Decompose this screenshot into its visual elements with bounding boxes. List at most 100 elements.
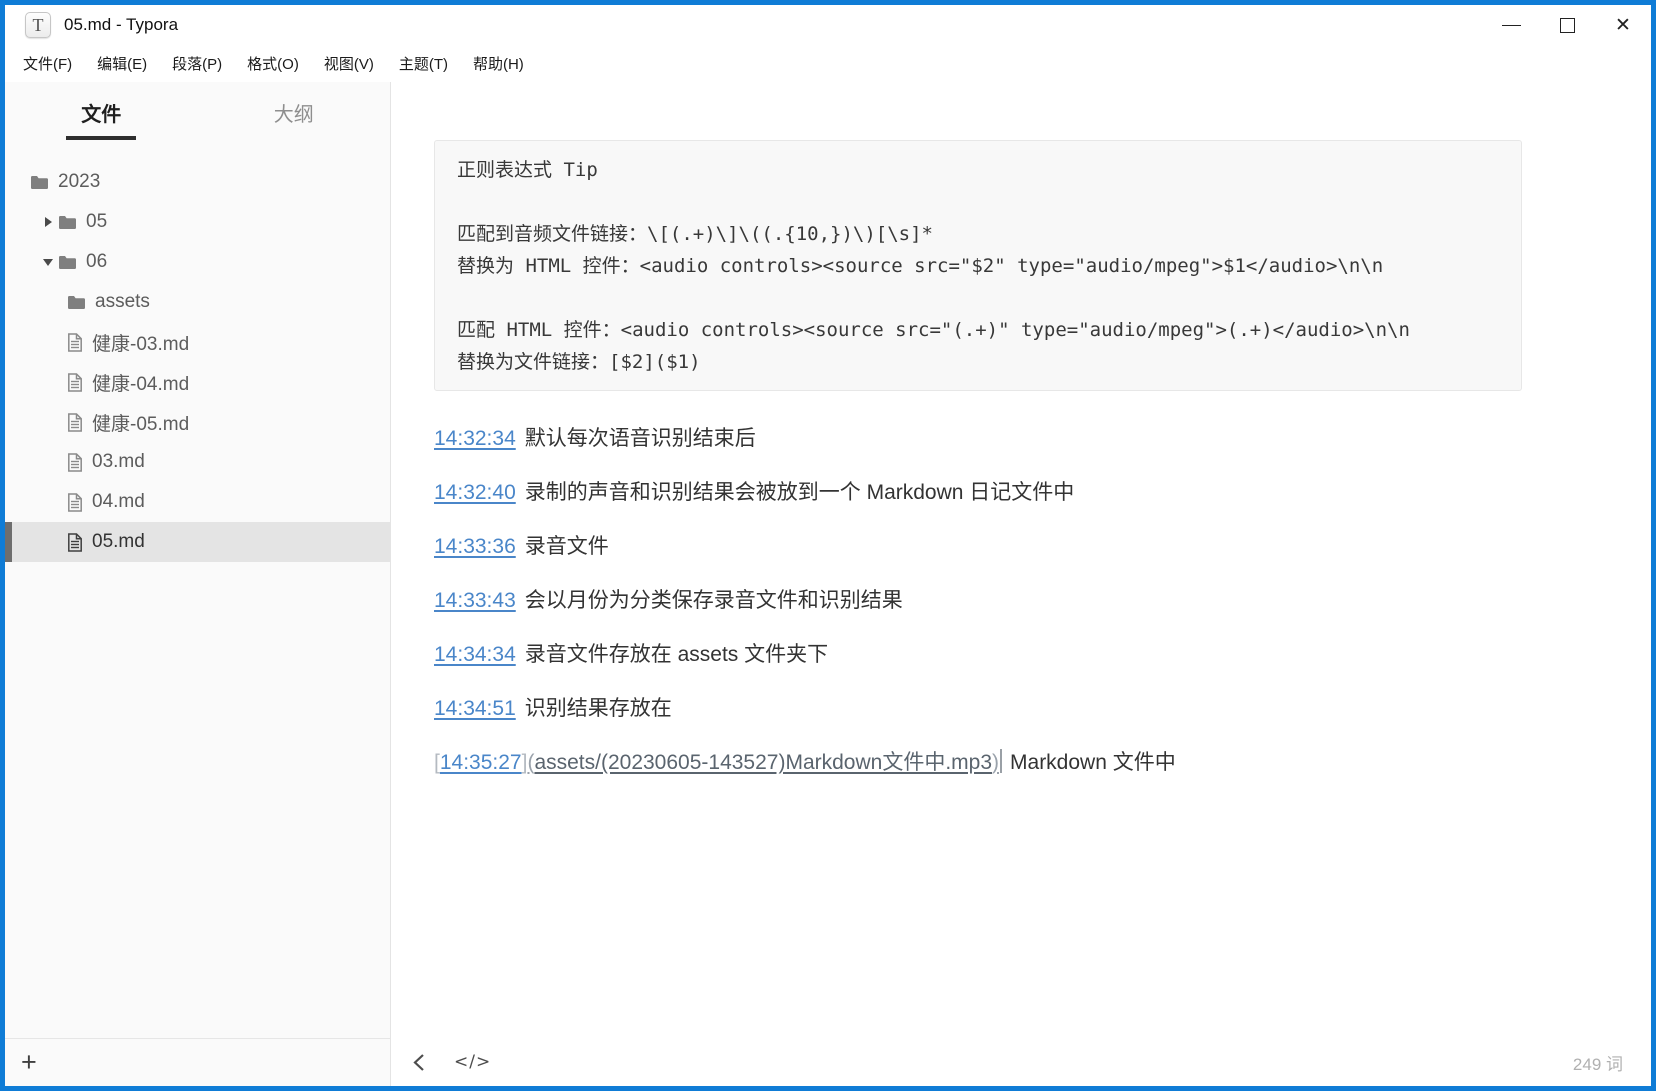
timestamp-link[interactable]: 14:33:43: [434, 589, 516, 612]
tree-item-健康-03-md[interactable]: 健康-03.md: [5, 322, 390, 362]
code-line-2: [457, 186, 1499, 218]
tree-item-健康-04-md[interactable]: 健康-04.md: [5, 362, 390, 402]
app-body: 文件 大纲 2023 05 06 assets 健康-03.md 健康-04.md 健康-0…: [5, 82, 1651, 1086]
audio-file-link[interactable]: assets/(20230605-143527)Markdown文件中.mp3: [534, 751, 992, 774]
menubar: 文件(F)编辑(E)段落(P)格式(O)视图(V)主题(T)帮助(H): [5, 45, 1651, 82]
editor-area[interactable]: 正则表达式 Tip 匹配到音频文件链接：\[(.+)\]\((.{10,})\)[…: [391, 82, 1651, 1086]
tree-item-label: 健康-05.md: [92, 409, 189, 436]
code-line-3: 匹配到音频文件链接：\[(.+)\]\((.{10,})\)[\s]*: [457, 218, 1499, 250]
minimize-button[interactable]: [1483, 5, 1539, 45]
tree-item-label: 2023: [58, 171, 100, 193]
tree-item-label: 健康-03.md: [92, 329, 189, 356]
file-icon: [67, 493, 83, 512]
raw-entry-text: Markdown 文件中: [1010, 751, 1176, 774]
menu-item-3[interactable]: 段落(P): [162, 48, 232, 79]
folder-icon: [58, 215, 77, 230]
file-icon: [67, 333, 83, 352]
tab-files[interactable]: 文件: [5, 98, 198, 146]
entry-text: 录制的声音和识别结果会被放到一个 Markdown 日记文件中: [525, 481, 1075, 504]
sidebar-tabs: 文件 大纲: [5, 82, 390, 146]
tree-item-03-md[interactable]: 03.md: [5, 442, 390, 482]
timestamp-link[interactable]: 14:32:34: [434, 427, 516, 450]
timestamp-link[interactable]: 14:32:40: [434, 481, 516, 504]
raw-markdown-link-entry[interactable]: [14:35:27](assets/(20230605-143527)Markd…: [434, 747, 1554, 779]
file-icon: [67, 453, 83, 472]
file-icon: [67, 413, 83, 432]
entry-text: 录音文件存放在 assets 文件夹下: [525, 643, 828, 666]
journal-entry-2[interactable]: 14:32:40 录制的声音和识别结果会被放到一个 Markdown 日记文件中: [434, 477, 1554, 509]
add-file-button[interactable]: +: [21, 1049, 37, 1076]
tree-item-label: 05.md: [92, 531, 145, 553]
menu-item-5[interactable]: 视图(V): [314, 48, 384, 79]
window-title: 05.md - Typora: [64, 15, 178, 35]
text-cursor: [1000, 749, 1002, 773]
word-count: 249 词: [1573, 1050, 1623, 1075]
tree-item-05[interactable]: 05: [5, 202, 390, 242]
chevron-down-icon[interactable]: [41, 259, 55, 266]
tree-item-健康-05-md[interactable]: 健康-05.md: [5, 402, 390, 442]
code-line-4: 替换为 HTML 控件：<audio controls><source src=…: [457, 250, 1499, 282]
maximize-button[interactable]: [1539, 5, 1595, 45]
file-icon: [67, 533, 83, 552]
maximize-icon: [1560, 18, 1575, 33]
window-controls: ✕: [1483, 5, 1651, 45]
sidebar-footer: +: [5, 1038, 390, 1086]
menu-item-6[interactable]: 主题(T): [389, 48, 458, 79]
timestamp-link[interactable]: 14:34:51: [434, 697, 516, 720]
journal-entry-6[interactable]: 14:34:51 识别结果存放在: [434, 693, 1554, 725]
folder-icon: [30, 175, 49, 190]
journal-entry-5[interactable]: 14:34:34 录音文件存放在 assets 文件夹下: [434, 639, 1554, 671]
collapse-sidebar-button[interactable]: [411, 1053, 428, 1072]
code-line-1: 正则表达式 Tip: [457, 154, 1499, 186]
raw-link-close-paren: ): [992, 751, 999, 774]
timestamp-link[interactable]: 14:34:34: [434, 643, 516, 666]
sidebar: 文件 大纲 2023 05 06 assets 健康-03.md 健康-04.md 健康-0…: [5, 82, 391, 1086]
typora-window: T 05.md - Typora ✕ 文件(F)编辑(E)段落(P)格式(O)视…: [0, 0, 1656, 1091]
journal-entries: 14:32:34 默认每次语音识别结束后 14:32:40 录制的声音和识别结果会被放…: [434, 423, 1554, 779]
code-line-6: 匹配 HTML 控件：<audio controls><source src="…: [457, 314, 1499, 346]
file-tree: 2023 05 06 assets 健康-03.md 健康-04.md 健康-05.md 03…: [5, 162, 390, 1038]
tree-item-label: 04.md: [92, 491, 145, 513]
entry-text: 默认每次语音识别结束后: [525, 427, 756, 450]
close-button[interactable]: ✕: [1595, 5, 1651, 45]
tree-item-label: assets: [95, 291, 150, 313]
chevron-left-icon: [411, 1053, 428, 1072]
tree-item-05-md[interactable]: 05.md: [5, 522, 390, 562]
tree-item-04-md[interactable]: 04.md: [5, 482, 390, 522]
tree-item-2023[interactable]: 2023: [5, 162, 390, 202]
folder-icon: [58, 255, 77, 270]
journal-entry-4[interactable]: 14:33:43 会以月份为分类保存录音文件和识别结果: [434, 585, 1554, 617]
minimize-icon: [1502, 25, 1521, 26]
code-line-5: [457, 282, 1499, 314]
file-icon: [67, 373, 83, 392]
tree-item-label: 健康-04.md: [92, 369, 189, 396]
tree-item-label: 03.md: [92, 451, 145, 473]
menu-item-2[interactable]: 编辑(E): [87, 48, 157, 79]
tree-item-label: 06: [86, 251, 107, 273]
source-code-mode-button[interactable]: </>: [454, 1052, 491, 1072]
timestamp-link-raw[interactable]: 14:35:27: [440, 751, 522, 774]
journal-entry-1[interactable]: 14:32:34 默认每次语音识别结束后: [434, 423, 1554, 455]
folder-icon: [67, 295, 86, 310]
tab-outline-label: 大纲: [274, 98, 314, 136]
tree-item-label: 05: [86, 211, 107, 233]
tab-files-label: 文件: [66, 98, 136, 140]
journal-entry-3[interactable]: 14:33:36 录音文件: [434, 531, 1554, 563]
timestamp-link[interactable]: 14:33:36: [434, 535, 516, 558]
tree-item-06[interactable]: 06: [5, 242, 390, 282]
typora-app-icon: T: [25, 12, 51, 38]
menu-item-7[interactable]: 帮助(H): [463, 48, 534, 79]
editor-footer: </> 249 词: [391, 1038, 1651, 1086]
entry-text: 录音文件: [525, 535, 609, 558]
entry-text: 识别结果存放在: [525, 697, 672, 720]
menu-item-4[interactable]: 格式(O): [237, 48, 309, 79]
title-bar: T 05.md - Typora ✕: [5, 5, 1651, 45]
regex-tip-code-block[interactable]: 正则表达式 Tip 匹配到音频文件链接：\[(.+)\]\((.{10,})\)[…: [434, 140, 1522, 391]
entry-text: 会以月份为分类保存录音文件和识别结果: [525, 589, 903, 612]
tree-item-assets[interactable]: assets: [5, 282, 390, 322]
code-line-7: 替换为文件链接：[$2]($1): [457, 346, 1499, 378]
tab-outline[interactable]: 大纲: [198, 98, 391, 146]
menu-item-1[interactable]: 文件(F): [13, 48, 82, 79]
close-icon: ✕: [1615, 16, 1631, 35]
chevron-right-icon[interactable]: [41, 217, 55, 227]
